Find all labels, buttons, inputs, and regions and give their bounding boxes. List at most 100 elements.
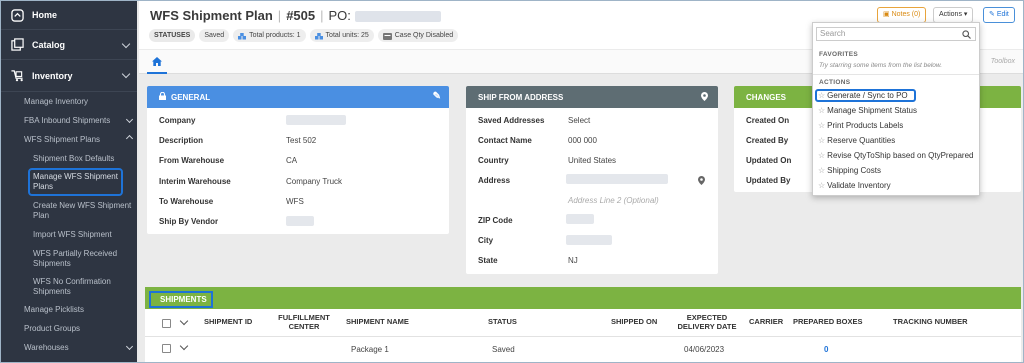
column-header[interactable]: STATUS: [488, 317, 517, 326]
case-qty-badge: Case Qty Disabled: [377, 29, 459, 42]
sidebar-item-shipment-box-defaults[interactable]: Shipment Box Defaults: [33, 154, 114, 164]
toolbox-label[interactable]: Toolbox: [991, 58, 1015, 65]
sidebar-item-home[interactable]: Home: [1, 1, 137, 30]
search-placeholder: Search: [820, 29, 846, 38]
star-icon[interactable]: ☆: [818, 151, 825, 160]
location-pin-icon[interactable]: [698, 176, 705, 187]
plan-number: #505: [286, 8, 316, 23]
field-label: Interim Warehouse: [159, 177, 231, 186]
sidebar-item-create-wfs-plan[interactable]: Create New WFS Shipment Plan: [33, 201, 133, 221]
address-line-2-input[interactable]: Address Line 2 (Optional): [568, 196, 659, 205]
chevron-down-icon[interactable]: [179, 316, 189, 326]
statuses-label: STATUSES: [149, 29, 196, 42]
page-title: WFS Shipment Plan | #505 | PO:: [150, 8, 441, 23]
field-label: Company: [159, 116, 196, 125]
star-icon[interactable]: ☆: [818, 166, 825, 175]
column-header[interactable]: FULFILLMENT CENTER: [278, 313, 330, 331]
chevron-up-icon: [125, 134, 134, 143]
row-checkbox[interactable]: [162, 344, 171, 353]
sidebar-item-warehouses[interactable]: Warehouses: [24, 342, 134, 353]
edit-label: Edit: [996, 11, 1009, 18]
star-icon[interactable]: ☆: [818, 136, 825, 145]
menu-item-revise-qty[interactable]: ☆ Revise QtyToShip based on QtyPrepared: [818, 151, 973, 161]
tab-home[interactable]: [147, 50, 167, 74]
sidebar-item-wfs-plans[interactable]: WFS Shipment Plans: [24, 134, 134, 145]
units-icon: [314, 32, 323, 40]
menu-item-manage-status[interactable]: ☆ Manage Shipment Status: [818, 106, 917, 116]
sidebar-item-product-groups[interactable]: Product Groups: [24, 324, 80, 334]
divider: [813, 74, 979, 75]
select-all-checkbox[interactable]: [162, 319, 171, 328]
country-value[interactable]: United States: [568, 156, 616, 165]
pencil-icon[interactable]: ✎: [433, 91, 441, 102]
case-icon: [382, 32, 392, 40]
lock-icon: [159, 91, 166, 102]
column-header[interactable]: EXPECTED DELIVERY DATE: [675, 313, 739, 331]
menu-item-validate-inventory[interactable]: ☆ Validate Inventory: [818, 181, 891, 191]
column-header[interactable]: SHIPMENT NAME: [346, 317, 409, 326]
ship-by-vendor-redacted: [286, 216, 314, 226]
shipments-title[interactable]: SHIPMENTS: [149, 291, 213, 308]
menu-item-generate-sync[interactable]: ☆ Generate / Sync to PO: [818, 91, 908, 101]
sidebar-item-manage-inventory[interactable]: Manage Inventory: [24, 97, 88, 107]
star-icon[interactable]: ☆: [818, 91, 825, 100]
general-card: GENERAL ✎ Company Description Test 502 F…: [147, 86, 449, 234]
menu-item-shipping-costs[interactable]: ☆ Shipping Costs: [818, 166, 881, 176]
field-label: Ship By Vendor: [159, 217, 219, 226]
sidebar-item-fba-inbound[interactable]: FBA Inbound Shipments: [24, 115, 134, 126]
to-warehouse-value: WFS: [286, 197, 304, 206]
search-input[interactable]: Search: [816, 27, 976, 41]
menu-item-reserve-quantities[interactable]: ☆ Reserve Quantities: [818, 136, 895, 146]
actions-section-label: ACTIONS: [819, 79, 851, 86]
star-icon[interactable]: ☆: [818, 181, 825, 190]
chevron-down-icon[interactable]: [179, 341, 189, 351]
sidebar-item-wfs-no-confirmation[interactable]: WFS No Confirmation Shipments: [33, 277, 133, 297]
menu-item-label: Generate / Sync to PO: [827, 91, 908, 100]
edit-button[interactable]: ✎ Edit: [983, 7, 1015, 23]
description-value: Test 502: [286, 136, 317, 145]
menu-item-print-labels[interactable]: ☆ Print Products Labels: [818, 121, 903, 131]
state-value[interactable]: NJ: [568, 256, 578, 265]
sidebar-item-wfs-partially-received[interactable]: WFS Partially Received Shipments: [33, 249, 133, 269]
sidebar-item-import-wfs[interactable]: Import WFS Shipment: [33, 230, 112, 240]
column-header[interactable]: CARRIER: [749, 317, 783, 326]
city-redacted: [566, 235, 612, 245]
status-badge: Saved: [199, 29, 230, 42]
location-pin-icon[interactable]: [701, 92, 708, 103]
actions-label: Actions: [939, 11, 962, 18]
column-header[interactable]: SHIPPED ON: [611, 317, 657, 326]
interim-warehouse-value: Company Truck: [286, 177, 343, 186]
total-units-badge: Total units: 25: [309, 29, 374, 42]
sidebar-home-label: Home: [32, 10, 58, 20]
sidebar-item-picklists[interactable]: Manage Picklists: [24, 305, 84, 315]
shipment-name-cell: Package 1: [351, 345, 389, 354]
company-value-redacted: [286, 115, 346, 125]
boxes-icon: [238, 32, 247, 40]
page-title-text: WFS Shipment Plan: [150, 8, 273, 23]
contact-name-value[interactable]: 000 000: [568, 136, 597, 145]
field-label: Updated By: [746, 176, 791, 185]
actions-button[interactable]: Actions ▾: [933, 7, 974, 23]
home-icon: [10, 8, 24, 22]
total-units-text: Total units: 25: [325, 32, 369, 39]
star-icon[interactable]: ☆: [818, 106, 825, 115]
total-products-text: Total products: 1: [249, 32, 301, 39]
inventory-icon: [10, 69, 24, 83]
sidebar: Home Catalog Inventory Manage Inventory …: [1, 1, 137, 362]
notes-button[interactable]: ▣ Notes (0): [877, 7, 927, 23]
sidebar-item-inventory[interactable]: Inventory: [1, 60, 137, 92]
column-header[interactable]: SHIPMENT ID: [204, 317, 252, 326]
star-icon[interactable]: ☆: [818, 121, 825, 130]
chevron-down-icon: [121, 69, 131, 79]
column-header[interactable]: TRACKING NUMBER: [893, 317, 968, 326]
sidebar-item-manage-wfs-plans[interactable]: Manage WFS Shipment Plans: [33, 172, 119, 192]
note-icon: ▣: [883, 11, 892, 18]
prepared-boxes-link[interactable]: 0: [824, 345, 828, 354]
sidebar-item-label: WFS Shipment Plans: [24, 135, 101, 144]
sidebar-item-catalog[interactable]: Catalog: [1, 30, 137, 60]
saved-addresses-select[interactable]: Select: [568, 116, 590, 125]
home-icon: [152, 56, 162, 66]
field-label: Updated On: [746, 156, 792, 165]
column-header[interactable]: PREPARED BOXES: [793, 317, 862, 326]
expected-delivery-cell: 04/06/2023: [684, 345, 725, 354]
